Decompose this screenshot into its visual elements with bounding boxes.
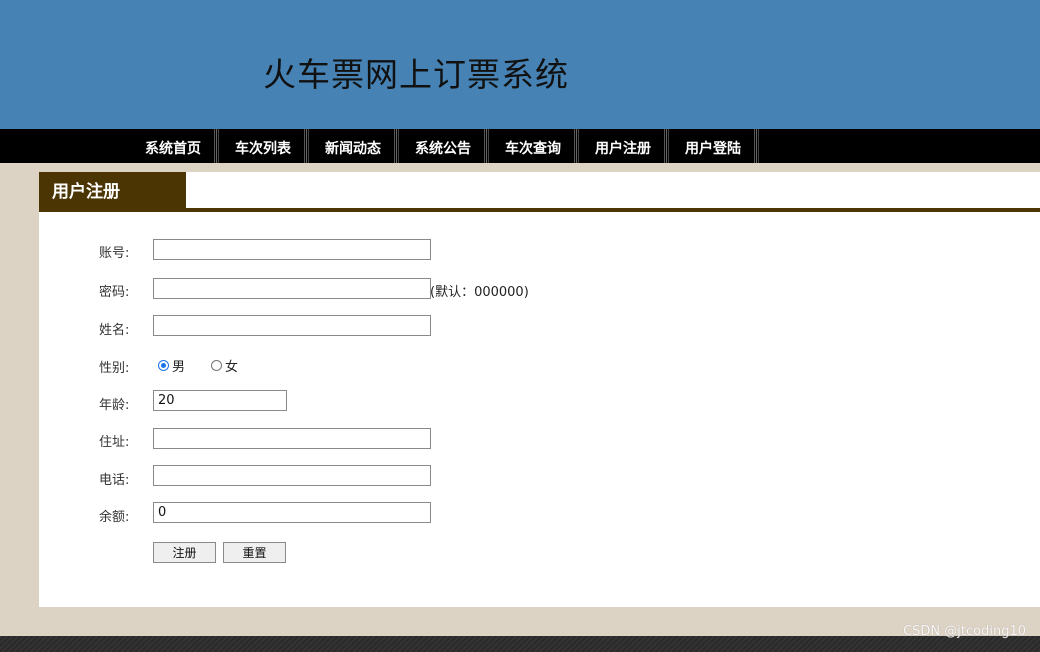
balance-label: 余额: (99, 510, 130, 525)
register-button[interactable]: 注册 (153, 542, 216, 563)
gender-option-female-label: 女 (225, 360, 239, 375)
section-divider (39, 208, 1040, 212)
nav-separator (754, 129, 759, 163)
radio-unchecked-icon[interactable] (211, 360, 222, 371)
gender-label: 性别: (99, 361, 130, 376)
password-label: 密码: (99, 285, 130, 300)
password-input[interactable] (153, 278, 431, 299)
section-title: 用户注册 (39, 172, 186, 208)
nav-item-announcements[interactable]: 系统公告 (398, 129, 488, 163)
gender-option-male[interactable]: 男 (158, 356, 185, 375)
balance-input[interactable] (153, 502, 431, 523)
gender-option-female[interactable]: 女 (211, 356, 238, 375)
nav-item-train-search[interactable]: 车次查询 (488, 129, 578, 163)
address-input[interactable] (153, 428, 431, 449)
account-input[interactable] (153, 239, 431, 260)
age-input[interactable] (153, 390, 287, 411)
site-header: 火车票网上订票系统 (0, 0, 1040, 129)
name-label: 姓名: (99, 323, 130, 338)
nav-item-train-list[interactable]: 车次列表 (218, 129, 308, 163)
name-input[interactable] (153, 315, 431, 336)
password-hint: (默认：000000) (430, 285, 529, 300)
address-label: 住址: (99, 435, 130, 450)
phone-label: 电话: (99, 473, 130, 488)
register-panel: 用户注册 账号: 密码: (默认：000000) 姓名: 性别: 男 女 年龄:… (39, 172, 1040, 607)
nav-item-register[interactable]: 用户注册 (578, 129, 668, 163)
age-label: 年龄: (99, 398, 130, 413)
page-footer (0, 636, 1040, 652)
nav-item-news[interactable]: 新闻动态 (308, 129, 398, 163)
reset-button[interactable]: 重置 (223, 542, 286, 563)
nav-item-home[interactable]: 系统首页 (128, 129, 218, 163)
main-nav: 系统首页 车次列表 新闻动态 系统公告 车次查询 用户注册 用户登陆 (0, 129, 1040, 163)
radio-checked-icon[interactable] (158, 360, 169, 371)
gender-option-male-label: 男 (172, 360, 186, 375)
phone-input[interactable] (153, 465, 431, 486)
site-title: 火车票网上订票系统 (263, 55, 569, 94)
account-label: 账号: (99, 246, 130, 261)
nav-item-login[interactable]: 用户登陆 (668, 129, 758, 163)
watermark: CSDN @jtcoding10 (903, 624, 1026, 639)
